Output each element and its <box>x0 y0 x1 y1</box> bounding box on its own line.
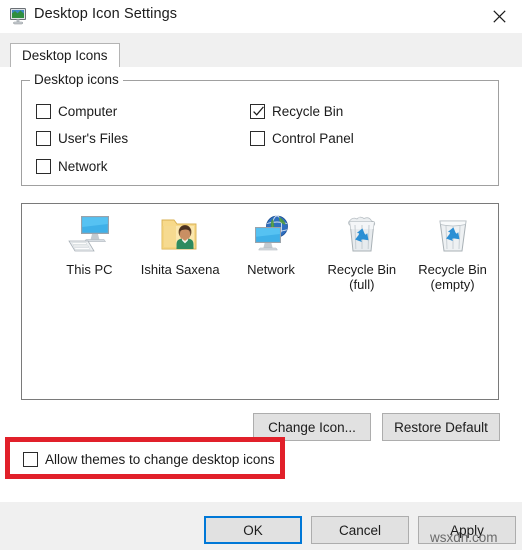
button-label: Cancel <box>338 522 382 538</box>
tab-panel-desktop-icons: Desktop icons Computer User's Files Netw… <box>0 67 522 502</box>
tab-desktop-icons[interactable]: Desktop Icons <box>10 43 120 67</box>
preview-item-this-pc[interactable]: This PC <box>44 210 135 292</box>
checkbox-label: Computer <box>58 104 118 119</box>
preview-item-recycle-bin-full[interactable]: Recycle Bin (full) <box>316 210 407 292</box>
checkbox-box <box>23 452 38 467</box>
button-label: Restore Default <box>394 419 488 435</box>
tab-strip: Desktop Icons <box>0 33 522 67</box>
checkbox-box <box>250 131 265 146</box>
checkbox-network[interactable]: Network <box>36 159 108 174</box>
checkbox-recycle-bin[interactable]: Recycle Bin <box>250 104 343 119</box>
checkbox-label: Allow themes to change desktop icons <box>45 452 275 467</box>
preview-item-label: Recycle Bin (full) <box>327 262 397 292</box>
button-label: Change Icon... <box>268 419 356 435</box>
preview-item-label: Recycle Bin (empty) <box>418 262 487 292</box>
this-pc-icon <box>65 210 113 258</box>
checkbox-label: User's Files <box>58 131 129 146</box>
checkbox-allow-themes[interactable]: Allow themes to change desktop icons <box>23 452 275 467</box>
icon-preview-list: This PC Ishita Saxena Network Recycle Bi… <box>22 210 498 292</box>
button-label: Apply <box>450 522 484 538</box>
cancel-button[interactable]: Cancel <box>311 516 409 544</box>
preview-item-network[interactable]: Network <box>226 210 317 292</box>
window-title: Desktop Icon Settings <box>34 6 178 22</box>
checkbox-label: Control Panel <box>272 131 354 146</box>
checkbox-computer[interactable]: Computer <box>36 104 117 119</box>
checkbox-box <box>36 131 51 146</box>
checkbox-box <box>36 104 51 119</box>
checkbox-control-panel[interactable]: Control Panel <box>250 131 354 146</box>
checkbox-box <box>250 104 265 119</box>
checkbox-label: Recycle Bin <box>272 104 344 119</box>
preview-item-label: This PC <box>66 262 113 277</box>
checkbox-box <box>36 159 51 174</box>
recycle-bin-empty-icon <box>429 210 477 258</box>
desktop-icon-settings-dialog: Desktop Icon Settings Desktop Icons Desk… <box>0 0 522 550</box>
user-files-folder-icon <box>156 210 204 258</box>
recycle-bin-full-icon <box>338 210 386 258</box>
change-icon-button[interactable]: Change Icon... <box>253 413 371 441</box>
apply-button[interactable]: Apply <box>418 516 516 544</box>
network-globe-icon <box>247 210 295 258</box>
preview-item-recycle-bin-empty[interactable]: Recycle Bin (empty) <box>407 210 498 292</box>
preview-item-user-files[interactable]: Ishita Saxena <box>135 210 226 292</box>
button-label: OK <box>243 522 263 538</box>
close-icon[interactable] <box>476 0 522 33</box>
icon-preview-panel[interactable]: This PC Ishita Saxena Network Recycle Bi… <box>21 203 499 400</box>
desktop-icons-group-label: Desktop icons <box>30 72 123 87</box>
checkbox-label: Network <box>58 159 108 174</box>
checkmark-icon <box>253 106 264 116</box>
preview-item-label: Ishita Saxena <box>140 262 220 277</box>
tab-label: Desktop Icons <box>22 48 108 63</box>
checkbox-users-files[interactable]: User's Files <box>36 131 128 146</box>
preview-item-label: Network <box>247 262 295 277</box>
restore-default-button[interactable]: Restore Default <box>382 413 500 441</box>
monitor-display-icon <box>9 7 28 26</box>
ok-button[interactable]: OK <box>204 516 302 544</box>
title-bar: Desktop Icon Settings <box>0 0 522 33</box>
dialog-footer: OK Cancel Apply <box>0 502 522 550</box>
